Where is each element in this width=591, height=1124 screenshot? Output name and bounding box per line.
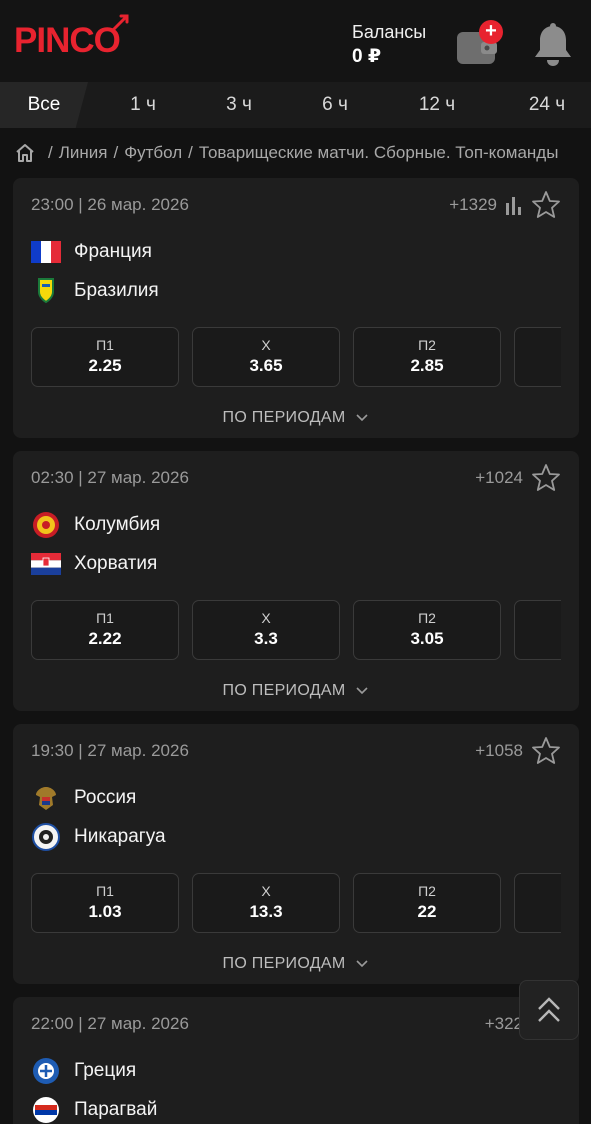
- odd-button-p2[interactable]: П2 2.85: [353, 327, 501, 387]
- odd-button-draw[interactable]: Х 3.65: [192, 327, 340, 387]
- odd-button-more[interactable]: [514, 327, 561, 387]
- markets-count[interactable]: +1024: [475, 468, 523, 488]
- logo-text: PINCO: [14, 21, 121, 60]
- time-filter-tabs: Все 1 ч 3 ч 6 ч 12 ч 24 ч: [0, 82, 591, 128]
- periods-toggle[interactable]: ПО ПЕРИОДАМ: [13, 660, 579, 711]
- tab-1h[interactable]: 1 ч: [108, 82, 178, 128]
- away-team: Хорватия: [13, 544, 579, 583]
- croatia-flag-icon: [31, 552, 61, 575]
- match-card[interactable]: 22:00 | 27 мар. 2026 +322 Греция Парагва…: [13, 997, 579, 1124]
- greece-crest-icon: [33, 1057, 59, 1084]
- france-flag-icon: [31, 240, 61, 263]
- notifications-button[interactable]: [532, 22, 574, 68]
- header: PINCO Балансы 0 ₽ +: [0, 0, 591, 82]
- double-chevron-up-icon: [538, 997, 560, 1022]
- team-name: Греция: [74, 1059, 137, 1081]
- match-datetime: 22:00 | 27 мар. 2026: [31, 1014, 189, 1033]
- odd-button-p2[interactable]: П2 22: [353, 873, 501, 933]
- chevron-down-icon: [356, 960, 369, 968]
- brazil-crest-icon: [38, 277, 54, 303]
- away-team: Парагвай: [13, 1090, 579, 1124]
- bell-icon: [535, 23, 571, 66]
- chevron-down-icon: [356, 687, 369, 695]
- odd-button-draw[interactable]: Х 3.3: [192, 600, 340, 660]
- team-name: Франция: [74, 240, 152, 262]
- team-name: Бразилия: [74, 279, 159, 301]
- match-card[interactable]: 23:00 | 26 мар. 2026 +1329 Франция Брази…: [13, 178, 579, 438]
- odd-button-more[interactable]: [514, 600, 561, 660]
- favorite-star-icon[interactable]: [531, 736, 561, 766]
- home-team: Колумбия: [13, 505, 579, 544]
- breadcrumb-football[interactable]: Футбол: [124, 143, 182, 163]
- team-name: Никарагуа: [74, 825, 166, 847]
- deposit-plus-badge: +: [479, 20, 503, 44]
- tab-24h[interactable]: 24 ч: [510, 82, 584, 128]
- breadcrumb-league[interactable]: Товарищеские матчи. Сборные. Топ-команды: [199, 143, 559, 163]
- home-team: Франция: [13, 232, 579, 271]
- tab-12h[interactable]: 12 ч: [400, 82, 474, 128]
- russia-eagle-crest-icon: [36, 786, 56, 810]
- favorite-star-icon[interactable]: [531, 463, 561, 493]
- odds-row: П1 1.03 Х 13.3 П2 22: [13, 873, 561, 933]
- tab-6h[interactable]: 6 ч: [300, 82, 370, 128]
- breadcrumb-line[interactable]: Линия: [59, 143, 108, 163]
- paraguay-crest-icon: [33, 1096, 59, 1123]
- tab-3h[interactable]: 3 ч: [204, 82, 274, 128]
- markets-count[interactable]: +322: [485, 1014, 523, 1034]
- balance-label: Балансы: [352, 22, 427, 42]
- odds-row: П1 2.22 Х 3.3 П2 3.05: [13, 600, 561, 660]
- team-name: Колумбия: [74, 513, 161, 535]
- scroll-to-top-button[interactable]: [519, 980, 579, 1040]
- team-name: Россия: [74, 786, 137, 808]
- odds-row: П1 2.25 Х 3.65 П2 2.85: [13, 327, 561, 387]
- odd-button-more[interactable]: [514, 873, 561, 933]
- match-datetime: 02:30 | 27 мар. 2026: [31, 468, 189, 487]
- periods-toggle[interactable]: ПО ПЕРИОДАМ: [13, 387, 579, 438]
- odd-button-p1[interactable]: П1 2.22: [31, 600, 179, 660]
- balance-block[interactable]: Балансы 0 ₽: [352, 22, 426, 68]
- odd-button-p1[interactable]: П1 1.03: [31, 873, 179, 933]
- odd-button-p1[interactable]: П1 2.25: [31, 327, 179, 387]
- markets-count[interactable]: +1058: [475, 741, 523, 761]
- pinco-logo[interactable]: PINCO: [14, 14, 129, 61]
- match-card[interactable]: 19:30 | 27 мар. 2026 +1058 Россия Никара…: [13, 724, 579, 984]
- match-card[interactable]: 02:30 | 27 мар. 2026 +1024 Колумбия Хорв…: [13, 451, 579, 711]
- away-team: Бразилия: [13, 271, 579, 310]
- odd-button-p2[interactable]: П2 3.05: [353, 600, 501, 660]
- breadcrumb: / Линия / Футбол / Товарищеские матчи. С…: [0, 128, 591, 178]
- periods-toggle[interactable]: ПО ПЕРИОДАМ: [13, 933, 579, 984]
- team-name: Хорватия: [74, 552, 158, 574]
- match-datetime: 23:00 | 26 мар. 2026: [31, 195, 189, 214]
- stats-bars-icon[interactable]: [505, 195, 523, 215]
- match-datetime: 19:30 | 27 мар. 2026: [31, 741, 189, 760]
- home-icon[interactable]: [14, 142, 36, 164]
- favorite-star-icon[interactable]: [531, 190, 561, 220]
- home-team: Греция: [13, 1051, 579, 1090]
- nicaragua-crest-icon: [32, 822, 60, 851]
- markets-count[interactable]: +1329: [449, 195, 497, 215]
- home-team: Россия: [13, 778, 579, 817]
- chevron-down-icon: [356, 414, 369, 422]
- target-arrow-icon: [110, 14, 129, 33]
- away-team: Никарагуа: [13, 817, 579, 856]
- team-name: Парагвай: [74, 1098, 158, 1120]
- colombia-crest-icon: [33, 511, 59, 538]
- wallet-button[interactable]: +: [455, 20, 503, 66]
- odd-button-draw[interactable]: Х 13.3: [192, 873, 340, 933]
- tab-all[interactable]: Все: [0, 82, 88, 128]
- balance-value: 0 ₽: [352, 46, 382, 67]
